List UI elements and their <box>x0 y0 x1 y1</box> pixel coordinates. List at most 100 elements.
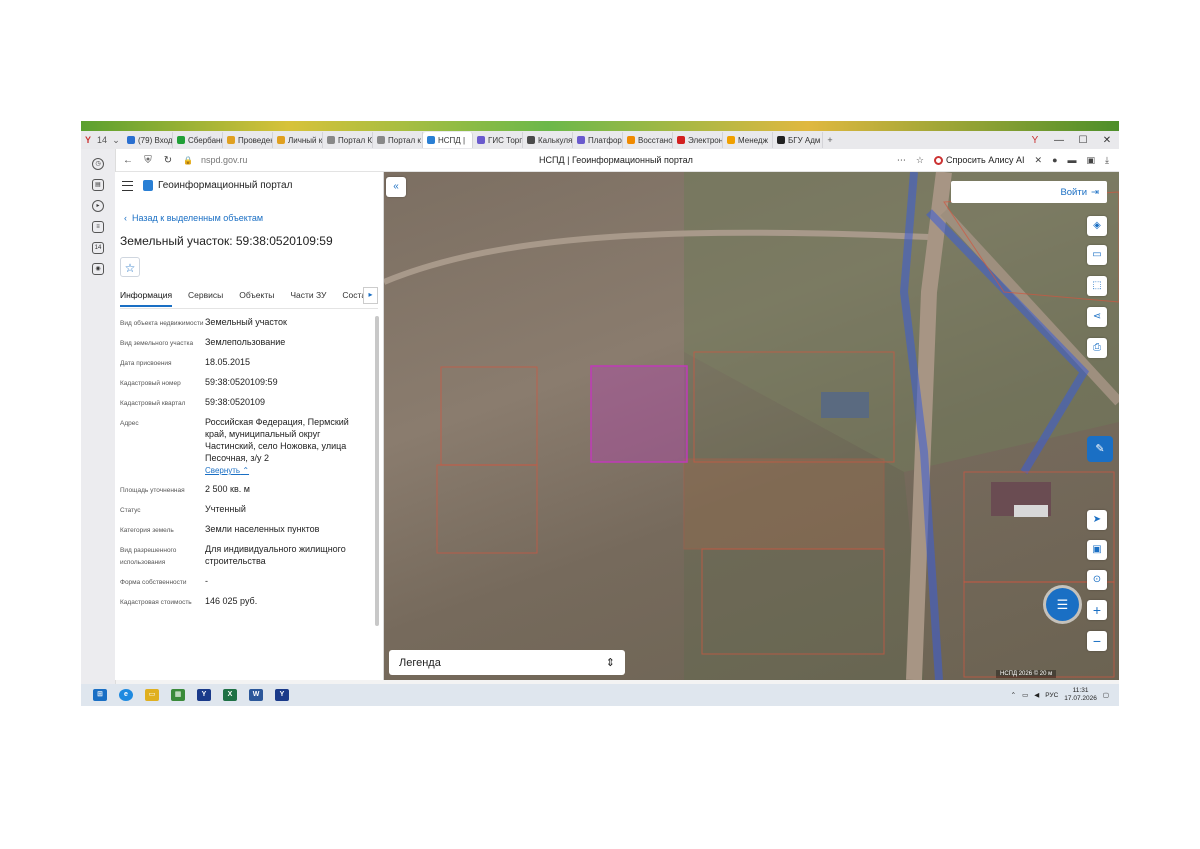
url-field[interactable]: nspd.gov.ru <box>201 155 401 165</box>
maximize-button[interactable]: ☐ <box>1071 135 1095 146</box>
legend-dropdown[interactable]: Легенда ⇕ <box>389 650 625 675</box>
browser-tab[interactable]: Менедж <box>723 132 773 148</box>
back-arrow-icon[interactable]: ← <box>121 155 135 166</box>
system-tray: ⌃ ▭ ◀ РУС 11:31 17.07.2026 ▢ <box>1011 687 1119 703</box>
volume-icon[interactable]: ◀ <box>1034 691 1039 699</box>
browser-tab[interactable]: Сбербанк <box>173 132 223 148</box>
alice-icon[interactable]: Y <box>1023 135 1047 146</box>
selected-parcel[interactable] <box>590 365 688 463</box>
chat-icon[interactable]: ☰ <box>1046 588 1079 621</box>
parcel-outline[interactable] <box>683 458 885 550</box>
minimize-button[interactable]: — <box>1047 135 1071 146</box>
attr-key: Вид разрешенного использования <box>120 547 177 566</box>
play-icon[interactable]: ▸ <box>92 200 104 212</box>
yandex-icon[interactable]: Y <box>197 689 211 701</box>
browser-tab[interactable]: Портал К <box>323 132 373 148</box>
browser-tab[interactable]: Восстано <box>623 132 673 148</box>
word-icon[interactable]: W <box>249 689 263 701</box>
tab-favicon-icon <box>427 136 435 144</box>
parcel-outline[interactable] <box>436 464 538 554</box>
excel-icon[interactable]: X <box>223 689 237 701</box>
tray-arrow-icon[interactable]: ⌃ <box>1011 691 1016 699</box>
collapse-link[interactable]: Свернуть ⌃ <box>205 466 249 475</box>
zoom-out-button[interactable]: − <box>1087 631 1107 651</box>
share-icon[interactable]: ⋖ <box>1087 307 1107 327</box>
browser-tab[interactable]: (79) Входя <box>123 132 173 148</box>
browser-logo-icon[interactable]: Y <box>81 135 95 145</box>
tab-services[interactable]: Сервисы <box>188 290 223 308</box>
network-icon[interactable]: ▭ <box>1022 691 1028 699</box>
attributes-list: Вид объекта недвижимости Земельный участо… <box>120 316 368 615</box>
back-to-selected-link[interactable]: ‹ Назад к выделенным объектам <box>124 213 263 223</box>
profile-icon[interactable]: ● <box>1052 155 1057 165</box>
collections-rail-icon[interactable]: ▤ <box>92 179 104 191</box>
hat-icon[interactable]: ▬ <box>1068 155 1077 165</box>
clock[interactable]: 11:31 17.07.2026 <box>1064 687 1097 703</box>
browser-tab[interactable]: БГУ Адм <box>773 132 823 148</box>
close-button[interactable]: ✕ <box>1095 135 1119 146</box>
favorite-star-button[interactable]: ☆ <box>120 257 140 277</box>
yandex-browser-icon[interactable]: Y <box>275 689 289 701</box>
extensions-icon[interactable]: ✕ <box>1035 155 1043 166</box>
ask-alice-button[interactable]: Спросить Алису AI <box>934 155 1025 165</box>
browser-tab[interactable]: Портал к <box>373 132 423 148</box>
explorer-icon[interactable]: ▭ <box>145 689 159 701</box>
notifications-icon[interactable]: ▢ <box>1103 691 1109 699</box>
calendar-icon[interactable]: 14 <box>92 242 104 254</box>
tab-info[interactable]: Информация <box>120 290 173 307</box>
object-info-panel: Геоинформационный портал ‹ Назад к выдел… <box>115 172 384 680</box>
tab-favicon-icon <box>127 136 135 144</box>
tab-objects[interactable]: Объекты <box>239 290 274 308</box>
start-icon[interactable]: ⊞ <box>93 689 107 701</box>
browser-tab[interactable]: Проведен <box>223 132 273 148</box>
attr-value: 59:38:0520109 <box>205 397 266 407</box>
attr-key: Адрес <box>120 420 139 427</box>
lock-icon: 🔒 <box>183 155 193 165</box>
parcel-outline[interactable] <box>963 581 1115 678</box>
building <box>821 392 869 418</box>
media-icon[interactable]: ◉ <box>92 263 104 275</box>
attr-row: Кадастровый квартал 59:38:0520109 <box>120 396 368 410</box>
attr-value: 18.05.2015 <box>205 357 251 367</box>
browser-tab[interactable]: Калькуля <box>523 132 573 148</box>
edge-icon[interactable]: e <box>119 689 133 701</box>
protect-icon[interactable]: ⛨ <box>141 155 155 166</box>
tab-label: Личный к <box>288 135 323 145</box>
search-location-icon[interactable]: ⊙ <box>1087 570 1107 590</box>
layers-icon[interactable]: ◈ <box>1087 216 1107 236</box>
minimap-icon[interactable]: ▣ <box>1087 540 1107 560</box>
menu-icon[interactable] <box>122 180 133 191</box>
map-view[interactable]: « Войти ⇥ ◈ ▭ ⬚ ⋖ ⎙ ✎ ➤ ▣ ⊙ + − ☰ Легенда… <box>384 172 1119 680</box>
attr-key: Статус <box>120 507 141 514</box>
notes-icon[interactable]: ≡ <box>92 221 104 233</box>
history-icon[interactable]: ◷ <box>92 158 104 170</box>
language-indicator[interactable]: РУС <box>1045 692 1058 699</box>
portal-logo[interactable]: Геоинформационный портал <box>143 180 292 191</box>
browser-tab[interactable]: Личный к <box>273 132 323 148</box>
bookmark-icon[interactable]: ☆ <box>916 155 924 166</box>
support-icon[interactable]: ✎ <box>1087 436 1113 462</box>
tab-count[interactable]: 14 <box>95 135 109 145</box>
reload-icon[interactable]: ↻ <box>161 155 175 166</box>
browser-tab[interactable]: Электрон <box>673 132 723 148</box>
collections-icon[interactable]: ▣ <box>1087 155 1096 166</box>
new-tab-button[interactable]: + <box>823 135 837 145</box>
more-icon[interactable]: ⋯ <box>897 155 906 166</box>
tabs-next-arrow-icon[interactable]: ▸ <box>363 287 378 304</box>
print-icon[interactable]: ⎙ <box>1087 338 1107 358</box>
select-area-icon[interactable]: ⬚ <box>1087 276 1107 296</box>
parcel-outline[interactable] <box>440 366 538 466</box>
collapse-panel-button[interactable]: « <box>386 177 406 197</box>
store-icon[interactable]: ▦ <box>171 689 185 701</box>
geolocation-icon[interactable]: ➤ <box>1087 510 1107 530</box>
tab-parts[interactable]: Части ЗУ <box>290 290 326 308</box>
browser-tab[interactable]: НСПД | <box>423 132 473 148</box>
login-button[interactable]: Войти ⇥ <box>951 181 1107 203</box>
downloads-icon[interactable]: ⤓ <box>1105 155 1109 166</box>
panel-scrollbar[interactable] <box>375 316 379 626</box>
zoom-in-button[interactable]: + <box>1087 600 1107 620</box>
ruler-icon[interactable]: ▭ <box>1087 245 1107 265</box>
browser-tab[interactable]: ГИС Торг <box>473 132 523 148</box>
chevron-down-icon[interactable]: ⌄ <box>109 135 123 146</box>
browser-tab[interactable]: Платфор <box>573 132 623 148</box>
